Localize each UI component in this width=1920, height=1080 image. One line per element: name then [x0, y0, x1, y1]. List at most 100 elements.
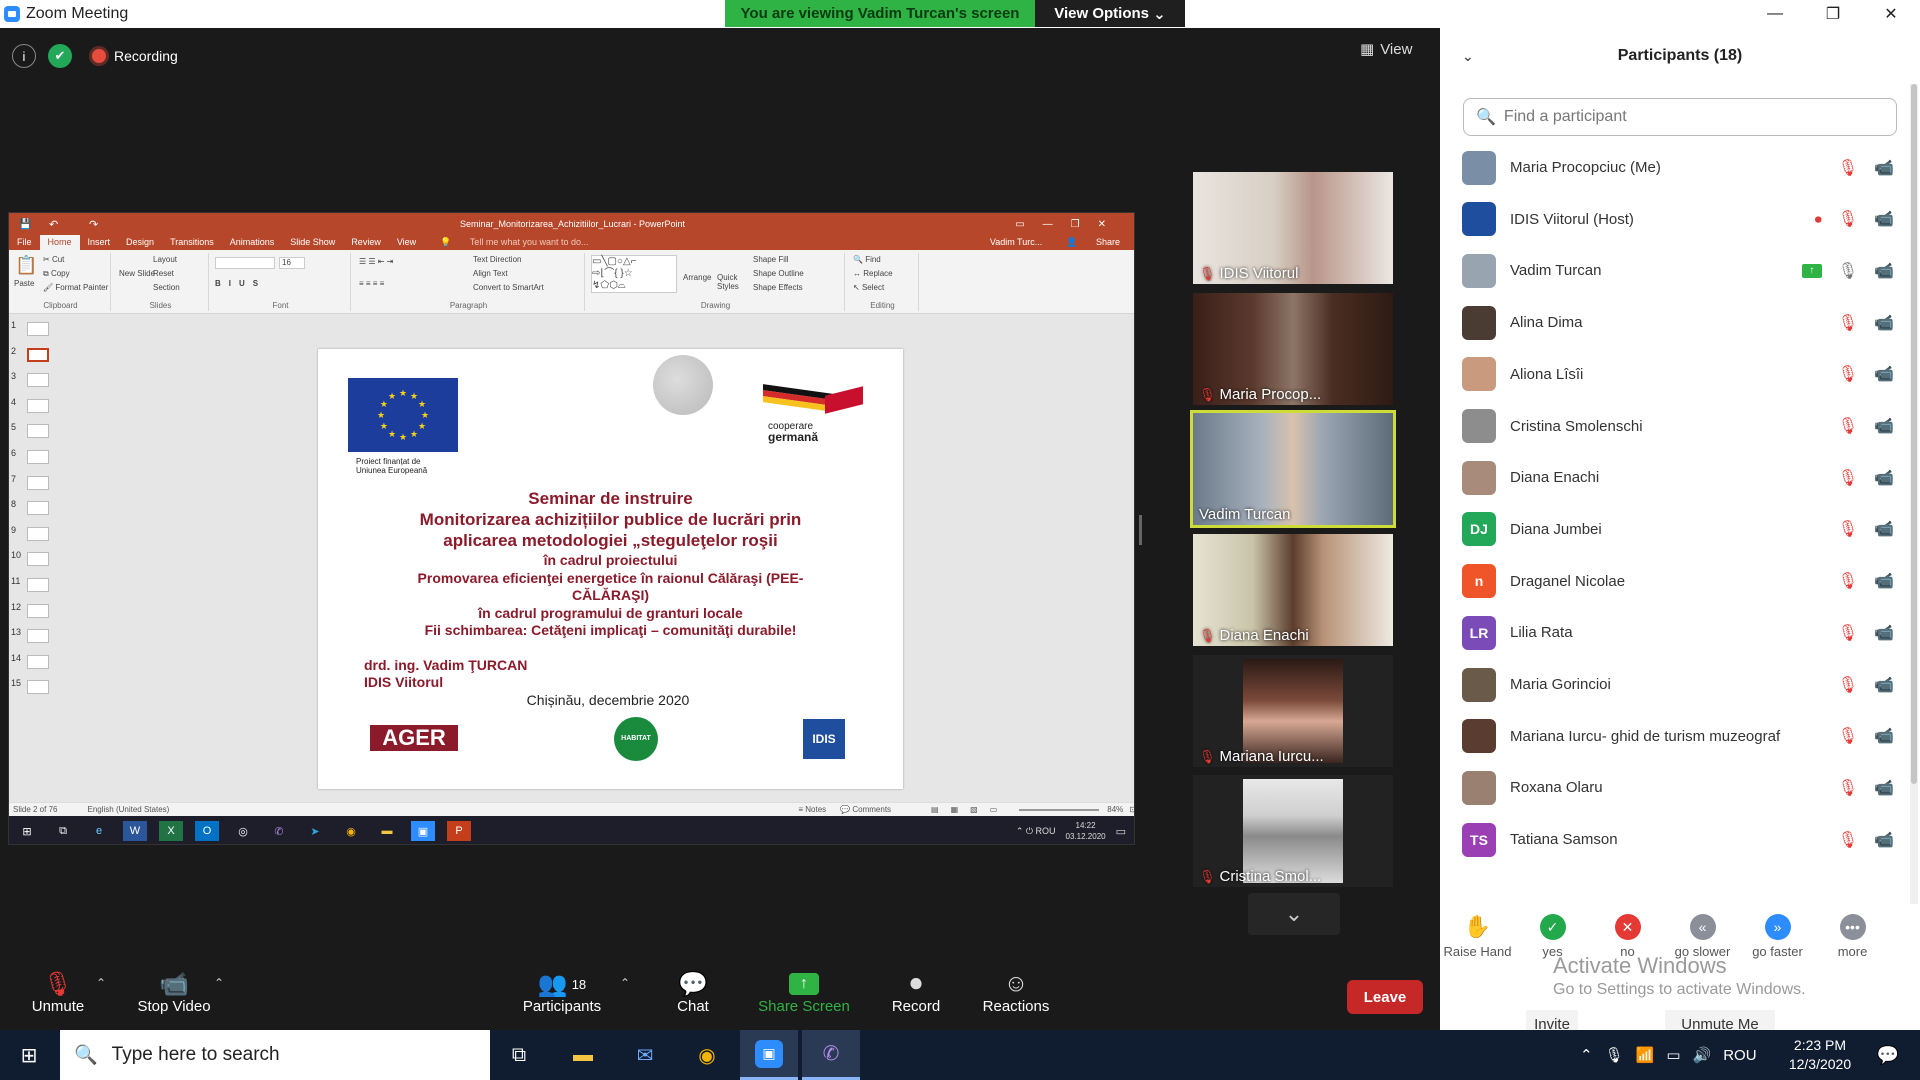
- edge-icon[interactable]: e: [87, 821, 111, 841]
- minimize-icon[interactable]: —: [1746, 0, 1804, 28]
- participant-row[interactable]: DJ Diana Jumbei 🎙 📹: [1440, 504, 1910, 555]
- font-name-select[interactable]: [215, 257, 275, 269]
- slide-thumbnail[interactable]: [27, 424, 49, 439]
- slide-thumbnail[interactable]: [27, 398, 49, 413]
- slide-thumbnail[interactable]: [27, 450, 49, 464]
- slide-thumbnail[interactable]: [27, 680, 49, 695]
- participant-list-scrollbar[interactable]: [1910, 84, 1918, 904]
- view-options-button[interactable]: View Options ⌄: [1035, 0, 1185, 27]
- excel-icon[interactable]: X: [159, 821, 183, 841]
- layout-button[interactable]: Layout: [153, 255, 177, 264]
- cut-button[interactable]: ✂ Cut: [43, 255, 64, 264]
- font-size-select[interactable]: 16: [279, 257, 305, 269]
- zoom-taskbar-icon[interactable]: ▣: [740, 1030, 798, 1080]
- battery-icon[interactable]: ▭: [1666, 1046, 1680, 1064]
- slide-thumbnail[interactable]: [27, 322, 49, 336]
- scrollbar-thumb[interactable]: [1911, 84, 1917, 784]
- new-slide-button[interactable]: New Slide: [119, 269, 155, 278]
- video-tile[interactable]: 🎙 Maria Procop...: [1193, 293, 1393, 405]
- outlook-icon[interactable]: O: [195, 821, 219, 841]
- slide-thumbnail[interactable]: [27, 373, 49, 388]
- format-painter-button[interactable]: 🖌 Format Painter: [43, 283, 108, 292]
- notifications-icon[interactable]: 💬: [1868, 1040, 1908, 1070]
- participant-row[interactable]: Diana Enachi 🎙 📹: [1440, 452, 1910, 503]
- shape-effects-button[interactable]: Shape Effects: [753, 283, 803, 292]
- participant-row[interactable]: Maria Procopciuc (Me) 🎙 📹: [1440, 142, 1910, 193]
- participant-row[interactable]: TS Tatiana Samson 🎙 📹: [1440, 814, 1910, 865]
- split-handle[interactable]: [1139, 515, 1142, 545]
- participant-row[interactable]: Maria Gorincioi 🎙 📹: [1440, 659, 1910, 710]
- input-language[interactable]: ROU: [1723, 1047, 1756, 1064]
- reset-button[interactable]: Reset: [153, 269, 174, 278]
- microphone-icon[interactable]: 🎙: [1605, 1046, 1624, 1064]
- participant-row[interactable]: Alina Dima 🎙 📹: [1440, 297, 1910, 348]
- tab-file[interactable]: File: [9, 235, 40, 250]
- chrome-icon[interactable]: ◉: [678, 1030, 736, 1080]
- powerpoint-app-icon[interactable]: P: [447, 821, 471, 841]
- select-button[interactable]: ↖ Select: [853, 283, 884, 292]
- messenger-icon[interactable]: ◎: [231, 821, 255, 841]
- unmute-button[interactable]: 🎙 Unmute ⌃: [8, 970, 108, 1016]
- collapse-chevron-icon[interactable]: ⌄: [1462, 48, 1474, 65]
- taskbar-search-input[interactable]: 🔍 Type here to search: [60, 1030, 490, 1080]
- task-view-icon[interactable]: ⧉: [51, 821, 75, 841]
- tab-review[interactable]: Review: [343, 235, 389, 250]
- align-text-button[interactable]: Align Text: [473, 269, 508, 278]
- participant-row[interactable]: Cristina Smolenschi 🎙 📹: [1440, 401, 1910, 452]
- find-button[interactable]: 🔍 Find: [853, 255, 881, 264]
- tab-transitions[interactable]: Transitions: [162, 235, 222, 250]
- shape-outline-button[interactable]: Shape Outline: [753, 269, 804, 278]
- replace-button[interactable]: ↔ Replace: [853, 269, 893, 278]
- share-screen-button[interactable]: ↑ Share Screen: [754, 970, 854, 1015]
- taskbar-clock[interactable]: 2:23 PM 12/3/2020: [1770, 1036, 1870, 1074]
- tell-me-input[interactable]: 💡 Tell me what you want to do...: [424, 235, 604, 250]
- participant-row[interactable]: LR Lilia Rata 🎙 📹: [1440, 607, 1910, 658]
- slide-thumbnail[interactable]: [27, 347, 49, 362]
- mail-icon[interactable]: ✉: [616, 1030, 674, 1080]
- participant-row[interactable]: Roxana Olaru 🎙 📹: [1440, 762, 1910, 813]
- participants-button[interactable]: 👥 18 Participants ⌃: [512, 970, 630, 1016]
- wifi-icon[interactable]: 📶: [1636, 1046, 1655, 1064]
- paste-icon[interactable]: 📋: [15, 255, 37, 276]
- participant-row[interactable]: Aliona Lîsîi 🎙 📹: [1440, 349, 1910, 400]
- volume-icon[interactable]: 🔊: [1693, 1046, 1712, 1064]
- slide-thumbnail[interactable]: [27, 552, 49, 567]
- tab-slide-show[interactable]: Slide Show: [282, 235, 343, 250]
- view-button[interactable]: ▦ View: [1360, 40, 1412, 59]
- quick-styles-button[interactable]: Quick Styles: [717, 273, 741, 291]
- slide-thumbnail[interactable]: [27, 526, 49, 541]
- align-icon[interactable]: ≡ ≡ ≡ ≡: [359, 279, 384, 288]
- view-mode-icons[interactable]: ▤▦▧▭: [931, 805, 1009, 814]
- participant-row[interactable]: Mariana Iurcu- ghid de turism muzeograf 🎙…: [1440, 711, 1910, 762]
- close-icon[interactable]: ✕: [1862, 0, 1920, 28]
- current-slide[interactable]: ★ ★ ★ ★ ★ ★ ★ ★ ★ ★ ★ ★ Proiect finanțat de Uniunea…: [318, 349, 903, 789]
- tab-view[interactable]: View: [389, 235, 424, 250]
- share-button[interactable]: 👤 Share: [1050, 235, 1134, 250]
- shapes-gallery[interactable]: ▭╲▢○△⌐ ⇨⌊⌒{ }☆ ↯⬠⬡⌓: [591, 255, 677, 293]
- windows-start-icon[interactable]: ⊞: [0, 1030, 58, 1080]
- zoom-slider[interactable]: [1019, 808, 1100, 811]
- section-button[interactable]: Section: [153, 283, 180, 292]
- participant-row[interactable]: Vadim Turcan ↑ 🎙 📹: [1440, 245, 1910, 296]
- video-tile[interactable]: 🎙 Mariana Iurcu...: [1193, 655, 1393, 767]
- slide-thumbnail[interactable]: [27, 629, 49, 644]
- file-explorer-icon[interactable]: ▬: [554, 1030, 612, 1080]
- reactions-button[interactable]: ☺ Reactions: [966, 970, 1066, 1015]
- arrange-button[interactable]: Arrange: [683, 273, 711, 282]
- paste-button[interactable]: Paste: [14, 279, 34, 288]
- video-tile[interactable]: 🎙 IDIS Viitorul: [1193, 172, 1393, 284]
- slide-thumbnail[interactable]: [27, 475, 49, 490]
- shape-fill-button[interactable]: Shape Fill: [753, 255, 789, 264]
- remote-notification-icon[interactable]: ▭: [1116, 825, 1126, 838]
- slide-thumbnail[interactable]: [27, 603, 49, 618]
- convert-smartart-button[interactable]: Convert to SmartArt: [473, 283, 544, 292]
- leave-button[interactable]: Leave: [1347, 980, 1423, 1014]
- viber-icon[interactable]: ✆: [267, 821, 291, 841]
- bold-italic-underline-icon[interactable]: BIUS: [215, 279, 266, 288]
- redo-icon[interactable]: ↷: [89, 218, 98, 231]
- task-view-icon[interactable]: ⧉: [490, 1030, 548, 1080]
- telegram-icon[interactable]: ➤: [303, 821, 327, 841]
- undo-icon[interactable]: ↶: [49, 218, 58, 231]
- zoom-app-icon[interactable]: ▣: [411, 821, 435, 841]
- video-tile[interactable]: 🎙 Cristina Smol...: [1193, 775, 1393, 887]
